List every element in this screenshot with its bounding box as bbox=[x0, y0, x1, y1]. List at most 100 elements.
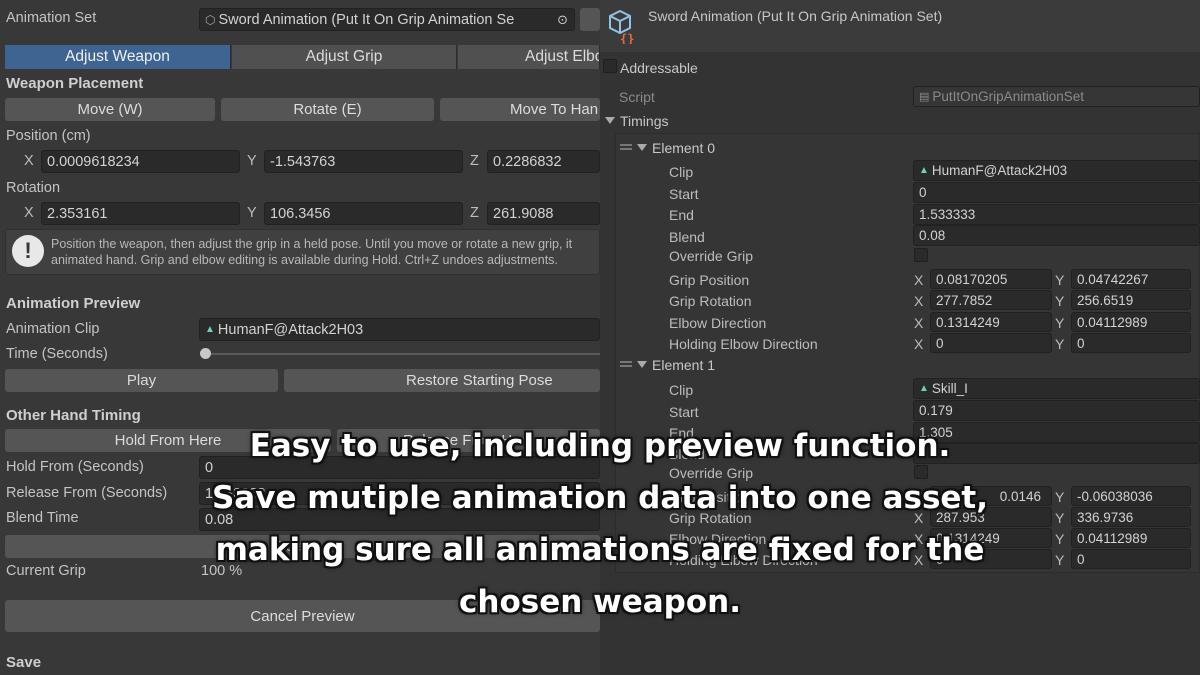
element-0-elbow-direction-label: Elbow Direction bbox=[669, 315, 767, 331]
settings-button[interactable] bbox=[580, 8, 600, 31]
x-axis-label: X bbox=[914, 272, 924, 288]
element-0-holding-elbow-direction-label: Holding Elbow Direction bbox=[669, 336, 818, 352]
animation-set-label: Animation Set bbox=[6, 10, 97, 26]
rotation-x-field[interactable]: 2.353161 bbox=[41, 202, 240, 225]
animation-preview-header: Animation Preview bbox=[6, 295, 141, 312]
element-0-grip-rotation-label: Grip Rotation bbox=[669, 293, 752, 309]
script-field: ▤ PutItOnGripAnimationSet bbox=[913, 86, 1200, 107]
element-0-clip-field[interactable]: ▲ HumanF@Attack2H03 bbox=[913, 160, 1200, 181]
time-label: Time (Seconds) bbox=[6, 346, 108, 362]
element-0-start-label: Start bbox=[669, 186, 699, 202]
element-0-label: Element 0 bbox=[652, 140, 716, 156]
element-1-start-label: Start bbox=[669, 404, 699, 420]
element-0-grip-rotation-y[interactable]: 256.6519 bbox=[1071, 290, 1191, 310]
timings-foldout-arrow[interactable] bbox=[605, 117, 615, 124]
element-0-holding-elbow-direction-y[interactable]: 0 bbox=[1071, 333, 1191, 353]
x-axis-label: X bbox=[914, 336, 924, 352]
element-0-holding-elbow-direction-x[interactable]: 0 bbox=[930, 333, 1052, 353]
script-asset-icon: {} bbox=[606, 8, 638, 46]
addressable-label: Addressable bbox=[620, 60, 698, 76]
element-1-clip-field[interactable]: ▲ Skill_I bbox=[913, 378, 1200, 399]
y-axis-label: Y bbox=[1055, 293, 1065, 309]
x-axis-label: X bbox=[914, 315, 924, 331]
position-y-field[interactable]: -1.543763 bbox=[264, 150, 463, 173]
rotation-label: Rotation bbox=[6, 180, 61, 196]
element-1-drag-handle[interactable] bbox=[620, 361, 632, 367]
caption-line-4: chosen weapon. bbox=[459, 584, 741, 620]
clip-icon: ▲ bbox=[919, 383, 929, 394]
rotation-y-axis-label: Y bbox=[247, 205, 257, 221]
element-0-grip-rotation-x[interactable]: 277.7852 bbox=[930, 290, 1052, 310]
element-1-override-grip-label: Override Grip bbox=[669, 465, 754, 481]
animation-clip-field[interactable]: ▲ HumanF@Attack2H03 bbox=[199, 318, 600, 341]
element-0-clip-label: Clip bbox=[669, 164, 694, 180]
caption-line-1: Easy to use, including preview function. bbox=[249, 428, 951, 464]
element-0-foldout-arrow[interactable] bbox=[637, 144, 647, 151]
move-to-hand-button[interactable]: Move To Han bbox=[440, 98, 600, 121]
rotation-x-axis-label: X bbox=[24, 205, 34, 221]
element-0-end-field[interactable]: 1.533333 bbox=[913, 204, 1200, 225]
element-1-override-grip-checkbox[interactable] bbox=[914, 465, 928, 479]
element-0-start-field[interactable]: 0 bbox=[913, 182, 1200, 203]
weapon-placement-header: Weapon Placement bbox=[6, 75, 144, 92]
svg-text:{}: {} bbox=[620, 32, 634, 44]
play-button[interactable]: Play bbox=[5, 369, 278, 392]
element-1-label: Element 1 bbox=[652, 357, 716, 373]
animation-clip-label: Animation Clip bbox=[6, 321, 100, 337]
rotation-y-field[interactable]: 106.3456 bbox=[264, 202, 463, 225]
info-icon: ! bbox=[12, 235, 44, 267]
help-text-line1: Position the weapon, then adjust the gri… bbox=[51, 237, 573, 251]
rotation-z-field[interactable]: 261.9088 bbox=[487, 202, 600, 225]
element-0-grip-position-y[interactable]: 0.04742267 bbox=[1071, 269, 1191, 289]
animation-set-field[interactable]: ⬡ Sword Animation (Put It On Grip Animat… bbox=[199, 8, 575, 31]
script-file-icon: ▤ bbox=[919, 91, 930, 103]
element-0-override-grip-checkbox[interactable] bbox=[914, 248, 928, 262]
element-0-drag-handle[interactable] bbox=[620, 144, 632, 150]
position-x-field[interactable]: 0.0009618234 bbox=[41, 150, 240, 173]
element-0-grip-position-label: Grip Position bbox=[669, 272, 750, 288]
y-axis-label: Y bbox=[1055, 315, 1065, 331]
element-0-blend-field[interactable]: 0.08 bbox=[913, 225, 1200, 246]
time-slider-track[interactable] bbox=[205, 353, 600, 355]
element-1-start-field[interactable]: 0.179 bbox=[913, 400, 1200, 421]
inspector-title: Sword Animation (Put It On Grip Animatio… bbox=[648, 8, 943, 24]
element-0-elbow-direction-x[interactable]: 0.1314249 bbox=[930, 312, 1052, 332]
clip-icon: ▲ bbox=[919, 165, 929, 176]
element-0-elbow-direction-y[interactable]: 0.04112989 bbox=[1071, 312, 1191, 332]
right-inspector-panel: {} Sword Animation (Put It On Grip Anima… bbox=[600, 0, 1200, 675]
element-0-end-label: End bbox=[669, 207, 694, 223]
timings-label: Timings bbox=[620, 113, 669, 129]
tab-adjust-weapon[interactable]: Adjust Weapon bbox=[5, 45, 231, 69]
element-0-blend-label: Blend bbox=[669, 229, 705, 245]
position-y-axis-label: Y bbox=[247, 153, 257, 169]
time-slider-handle[interactable] bbox=[200, 348, 211, 359]
element-0-override-grip-label: Override Grip bbox=[669, 248, 754, 264]
move-tool-button[interactable]: Move (W) bbox=[5, 98, 215, 121]
script-label: Script bbox=[619, 89, 655, 105]
caption-line-3: making sure all animations are fixed for… bbox=[215, 532, 985, 568]
object-picker-icon[interactable]: ⊙ bbox=[557, 12, 568, 28]
asset-icon: ⬡ bbox=[205, 12, 216, 27]
y-axis-label: Y bbox=[1055, 336, 1065, 352]
caption-line-2: Save mutiple animation data into one ass… bbox=[211, 480, 989, 516]
element-0-grip-position-x[interactable]: 0.08170205 bbox=[930, 269, 1052, 289]
animation-clip-icon: ▲ bbox=[205, 324, 215, 335]
rotate-tool-button[interactable]: Rotate (E) bbox=[221, 98, 434, 121]
tab-adjust-grip[interactable]: Adjust Grip bbox=[232, 45, 457, 69]
help-text-line2: animated hand. Grip and elbow editing is… bbox=[51, 253, 558, 267]
addressable-checkbox[interactable] bbox=[603, 59, 617, 73]
position-x-axis-label: X bbox=[24, 153, 34, 169]
left-inspector-panel: Animation Set ⬡ Sword Animation (Put It … bbox=[0, 0, 600, 675]
position-z-field[interactable]: 0.2286832 bbox=[487, 150, 600, 173]
position-z-axis-label: Z bbox=[470, 153, 479, 169]
tab-adjust-elbow[interactable]: Adjust Elbo bbox=[458, 45, 600, 69]
help-box: ! Position the weapon, then adjust the g… bbox=[5, 229, 600, 275]
position-label: Position (cm) bbox=[6, 128, 91, 144]
y-axis-label: Y bbox=[1055, 272, 1065, 288]
restore-starting-pose-button[interactable]: Restore Starting Pose bbox=[284, 369, 600, 392]
rotation-z-axis-label: Z bbox=[470, 205, 479, 221]
element-1-clip-label: Clip bbox=[669, 382, 694, 398]
element-1-foldout-arrow[interactable] bbox=[637, 361, 647, 368]
x-axis-label: X bbox=[914, 293, 924, 309]
other-hand-timing-header: Other Hand Timing bbox=[6, 407, 141, 424]
